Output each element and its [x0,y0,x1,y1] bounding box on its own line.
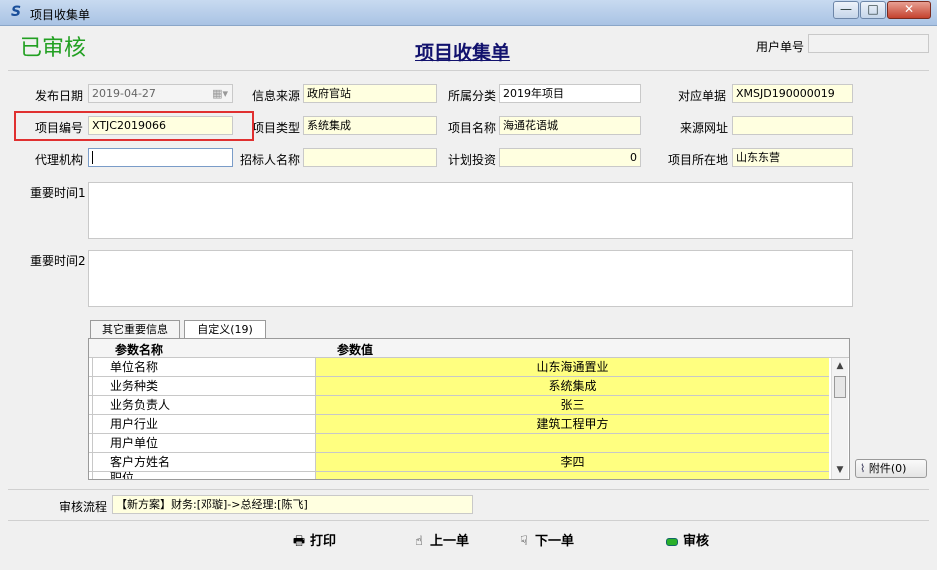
location-field[interactable]: 山东东营 [732,148,853,167]
status-stamp: 已审核 [20,36,87,61]
print-label: 打印 [310,534,337,549]
workflow-divider [8,489,929,490]
close-button[interactable]: ✕ [887,1,931,19]
ref-doc-field[interactable]: XMSJD190000019 [732,84,853,103]
param-value-cell[interactable]: 建筑工程甲方 [316,415,829,433]
scroll-down-icon[interactable]: ▼ [832,462,848,478]
agency-label: 代理机构 [35,153,84,167]
project-type-field[interactable]: 系统集成 [303,116,437,135]
agency-field[interactable] [88,148,233,167]
highlight-box [14,111,254,141]
audit-label: 审核 [683,534,710,549]
minimize-button[interactable]: — [833,1,859,19]
grid-header: 参数名称 参数值 [89,339,849,358]
param-value-cell[interactable]: 张三 [316,396,829,414]
ref-doc-label: 对应单据 [678,89,727,103]
param-value-cell[interactable]: 山东海通置业 [316,358,829,376]
tab-custom[interactable]: 自定义(19) [184,320,266,339]
calendar-dropdown-icon[interactable]: ▦▾ [212,85,228,102]
paperclip-icon: ⌇ [860,462,866,475]
text-cursor [92,151,93,164]
print-button[interactable]: 🖶 打印 [291,532,336,552]
project-name-field[interactable]: 海通花语城 [499,116,641,135]
attachment-label: 附件(0) [868,462,907,475]
tenderer-label: 招标人名称 [240,153,301,167]
table-row[interactable]: 职位 [89,472,829,479]
location-label: 项目所在地 [668,153,729,167]
audit-button[interactable]: 审核 [664,532,709,552]
tab-other-info[interactable]: 其它重要信息 [90,320,180,339]
param-value-cell[interactable] [316,472,829,479]
param-name-cell: 业务负责人 [92,396,316,414]
workflow-field: 【新方案】财务:[邓璇]->总经理:[陈飞] [112,495,473,514]
tenderer-field[interactable] [303,148,437,167]
hand-down-icon: ☟ [520,534,528,549]
table-row[interactable]: 用户行业 建筑工程甲方 [89,415,829,434]
info-source-field[interactable]: 政府官站 [303,84,437,103]
category-field[interactable]: 2019年项目 [499,84,641,103]
publish-date-label: 发布日期 [35,89,84,103]
param-name-cell: 用户行业 [92,415,316,433]
prev-label: 上一单 [430,534,470,549]
param-value-cell[interactable]: 李四 [316,453,829,471]
next-record-button[interactable]: ☟ 下一单 [516,532,574,552]
app-logo-icon: S [10,4,22,20]
grid-scrollbar[interactable]: ▲ ▼ [831,358,848,479]
param-name-cell: 单位名称 [92,358,316,376]
hand-up-icon: ☝ [415,534,423,549]
prev-record-button[interactable]: ☝ 上一单 [411,532,469,552]
key-time2-textarea[interactable] [88,250,853,307]
key-time2-label: 重要时间2 [30,254,86,268]
info-source-label: 信息来源 [252,89,301,103]
param-value-cell[interactable] [316,434,829,452]
col-param-name[interactable]: 参数名称 [115,341,163,358]
source-url-field[interactable] [732,116,853,135]
scroll-up-icon[interactable]: ▲ [832,358,848,374]
title-bar: S 项目收集单 — □ ✕ [0,0,937,26]
user-no-field[interactable] [808,34,929,53]
planned-invest-label: 计划投资 [448,153,497,167]
publish-date-field[interactable]: 2019-04-27 ▦▾ [88,84,233,103]
user-no-label: 用户单号 [756,40,805,54]
category-label: 所属分类 [448,89,497,103]
publish-date-value: 2019-04-27 [92,87,156,100]
param-name-cell: 职位 [92,472,316,479]
printer-icon: 🖶 [292,534,306,549]
window-title: 项目收集单 [30,8,91,22]
key-time1-textarea[interactable] [88,182,853,239]
source-url-label: 来源网址 [680,121,729,135]
green-led-icon [664,532,680,552]
param-name-cell: 客户方姓名 [92,453,316,471]
maximize-button[interactable]: □ [860,1,886,19]
project-name-label: 项目名称 [448,121,497,135]
project-type-label: 项目类型 [252,121,301,135]
key-time1-label: 重要时间1 [30,186,86,200]
planned-invest-field[interactable]: 0 [499,148,641,167]
form-title: 项目收集单 [415,42,511,64]
param-value-cell[interactable]: 系统集成 [316,377,829,395]
table-row[interactable]: 客户方姓名 李四 [89,453,829,472]
param-name-cell: 用户单位 [92,434,316,452]
header-divider [8,70,929,71]
table-row[interactable]: 业务种类 系统集成 [89,377,829,396]
col-param-value[interactable]: 参数值 [337,341,373,358]
params-grid: 参数名称 参数值 单位名称 山东海通置业 业务种类 系统集成 业务负责人 张三 … [88,338,850,480]
workflow-label: 审核流程 [59,500,108,514]
next-label: 下一单 [535,534,575,549]
footer-divider [8,520,929,521]
param-name-cell: 业务种类 [92,377,316,395]
table-row[interactable]: 单位名称 山东海通置业 [89,358,829,377]
table-row[interactable]: 业务负责人 张三 [89,396,829,415]
attachment-button[interactable]: ⌇ 附件(0) [855,459,927,478]
table-row[interactable]: 用户单位 [89,434,829,453]
scroll-thumb[interactable] [834,376,846,398]
